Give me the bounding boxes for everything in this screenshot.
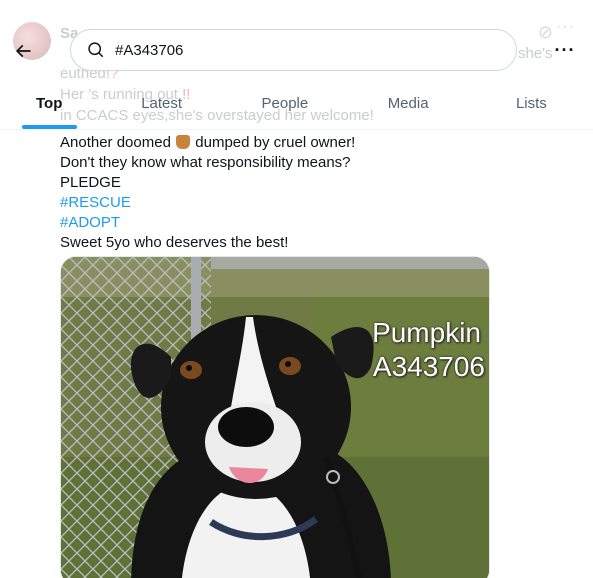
search-header: #A343706 ··· Top Latest People Media Lis…	[0, 0, 593, 130]
search-tabs: Top Latest People Media Lists	[0, 84, 593, 130]
tweet-text: Another doomed dumped by cruel owner! Do…	[60, 125, 560, 253]
tab-media[interactable]: Media	[347, 84, 470, 129]
photo-caption-name: Pumpkin	[372, 317, 481, 348]
tweet-line: Another doomed dumped by cruel owner!	[60, 134, 356, 151]
tab-people[interactable]: People	[223, 84, 346, 129]
tab-label: People	[261, 95, 309, 112]
search-icon	[88, 42, 104, 58]
tweet-line: PLEDGE	[60, 174, 121, 191]
back-arrow-icon	[15, 44, 31, 58]
photo-caption-id: A343706	[372, 351, 485, 382]
tweet-photo[interactable]: Pumpkin A343706	[60, 256, 490, 578]
dog-photo-illustration	[61, 257, 489, 578]
tab-latest[interactable]: Latest	[100, 84, 223, 129]
back-button[interactable]	[8, 36, 38, 66]
tab-label: Media	[387, 95, 429, 112]
dog-emoji-icon	[176, 135, 191, 149]
tab-label: Top	[36, 95, 63, 112]
tweet-line: Don't they know what responsibility mean…	[60, 154, 351, 171]
tab-lists[interactable]: Lists	[470, 84, 593, 129]
tab-label: Lists	[515, 95, 547, 112]
tab-top[interactable]: Top	[0, 84, 100, 129]
search-input[interactable]: #A343706	[70, 29, 517, 71]
tweet-line: Sweet 5yo who deserves the best!	[60, 234, 289, 251]
hashtag-link-adopt[interactable]: #ADOPT	[60, 213, 560, 233]
tab-label: Latest	[141, 95, 183, 112]
more-options-button[interactable]: ···	[552, 38, 578, 62]
more-icon: ···	[554, 39, 576, 60]
search-query: #A343706	[115, 41, 184, 59]
hashtag-link-rescue[interactable]: #RESCUE	[60, 193, 560, 213]
